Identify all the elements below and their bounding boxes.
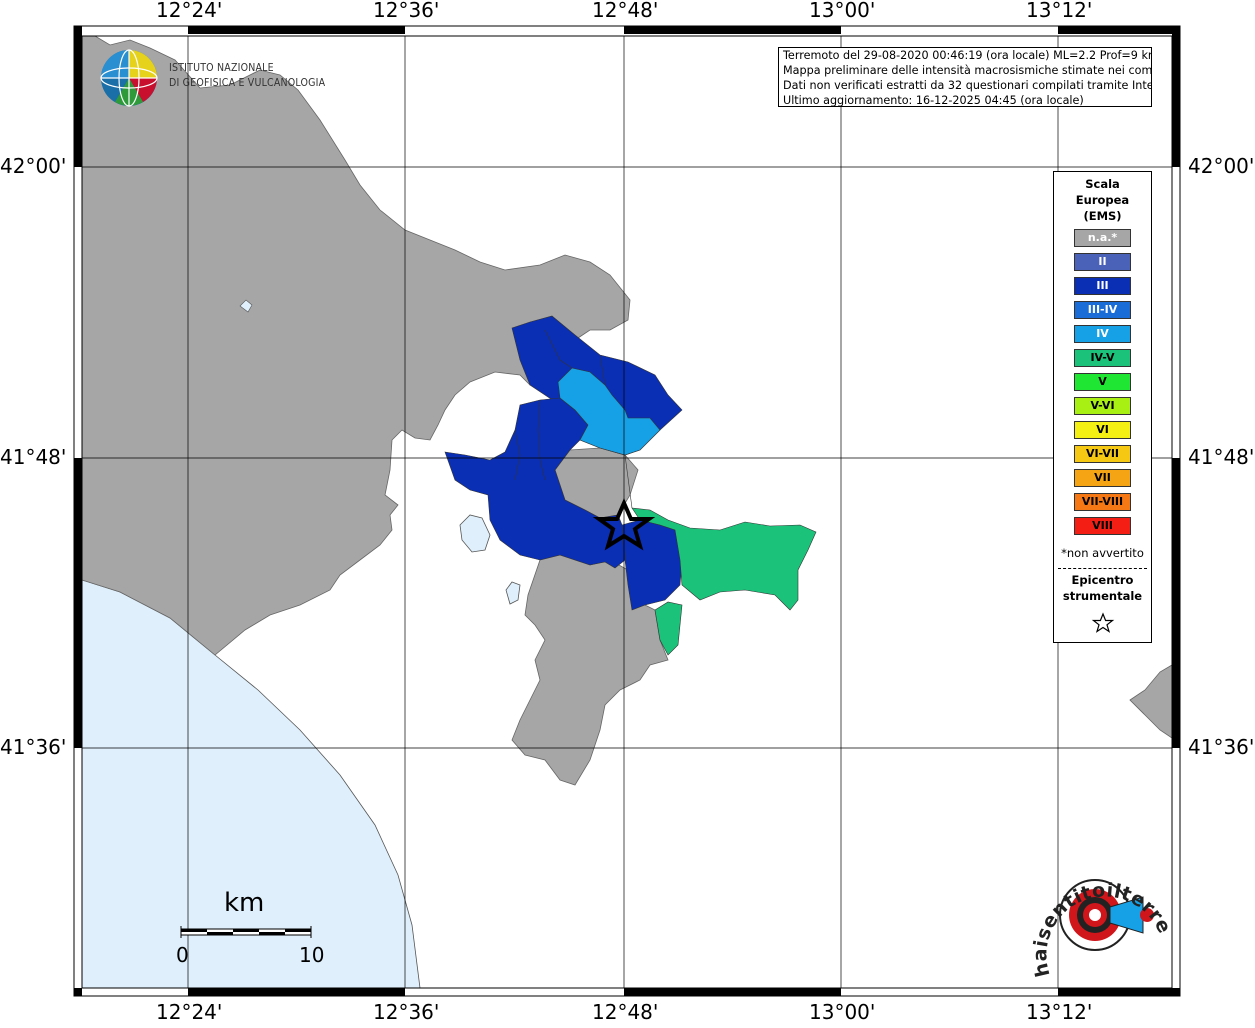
info-line-1: Terremoto del 29-08-2020 00:46:19 (ora l… <box>783 49 1152 62</box>
haisentito-badge-text[interactable]: haisentitoilterremoto.it <box>1020 840 1180 990</box>
lon-label-bottom-2: 12°36' <box>373 1000 440 1024</box>
lat-label-left-3: 41°36' <box>0 735 67 759</box>
legend-swatch-8: VI <box>1074 421 1131 439</box>
scale-start: 0 <box>176 943 189 967</box>
institute-name-line2: DI GEOFISICA E VULCANOLOGIA <box>169 77 326 89</box>
lat-label-left-2: 41°48' <box>0 445 67 469</box>
info-line-4: Ultimo aggiornamento: 16-12-2025 04:45 (… <box>783 94 1084 107</box>
legend-note: *non avvertito <box>1061 546 1144 560</box>
legend-swatch-2: III <box>1074 277 1131 295</box>
legend-swatch-0: n.a.* <box>1074 229 1131 247</box>
badge-text: haisentitoilterremoto.it <box>1020 840 1175 979</box>
ingv-globe-logo <box>100 49 158 107</box>
legend-swatch-10: VII <box>1074 469 1131 487</box>
legend-title-2: Europea <box>1075 193 1130 207</box>
legend-swatch-9: VI-VII <box>1074 445 1131 463</box>
legend-epicenter-1: Epicentro <box>1071 573 1134 587</box>
map-view[interactable]: 12°24' 12°36' 12°48' 13°00' 13°12' 12°24… <box>0 0 1255 1024</box>
lon-label-top-3: 12°48' <box>592 0 659 22</box>
lon-label-top-4: 13°00' <box>809 0 876 22</box>
event-info-box: Terremoto del 29-08-2020 00:46:19 (ora l… <box>778 47 1152 107</box>
star-icon <box>1091 612 1115 633</box>
lat-label-right-1: 42°00' <box>1188 154 1255 178</box>
lon-label-bottom-1: 12°24' <box>156 1000 223 1024</box>
lon-label-top-1: 12°24' <box>156 0 223 22</box>
lon-label-bottom-5: 13°12' <box>1026 1000 1093 1024</box>
lon-label-top-5: 13°12' <box>1026 0 1093 22</box>
scale-ruler <box>180 926 312 938</box>
lat-label-left-1: 42°00' <box>0 154 67 178</box>
legend-swatch-3: III-IV <box>1074 301 1131 319</box>
legend-swatch-5: IV-V <box>1074 349 1131 367</box>
svg-text:haisentitoilterremoto.it: haisentitoilterremoto.it <box>1020 840 1176 979</box>
legend-title-1: Scala <box>1085 177 1120 191</box>
info-line-2: Mappa preliminare delle intensità macros… <box>783 64 1152 77</box>
lon-label-bottom-3: 12°48' <box>592 1000 659 1024</box>
legend-swatch-1: II <box>1074 253 1131 271</box>
info-line-3: Dati non verificati estratti da 32 quest… <box>783 79 1152 92</box>
legend-swatch-6: V <box>1074 373 1131 391</box>
legend-swatch-12: VIII <box>1074 517 1131 535</box>
scale-bar: km 0 10 <box>176 888 346 968</box>
legend-divider <box>1058 568 1147 569</box>
lat-label-right-2: 41°48' <box>1188 445 1255 469</box>
scale-end: 10 <box>299 943 325 967</box>
scale-unit: km <box>224 888 265 918</box>
lon-label-top-2: 12°36' <box>373 0 440 22</box>
lon-label-bottom-4: 13°00' <box>809 1000 876 1024</box>
legend-swatch-4: IV <box>1074 325 1131 343</box>
legend-epicenter-2: strumentale <box>1062 589 1143 603</box>
lat-label-right-3: 41°36' <box>1188 735 1255 759</box>
institute-name-line1: ISTITUTO NAZIONALE <box>169 62 274 74</box>
legend-swatch-7: V-VI <box>1074 397 1131 415</box>
intensity-legend: Scala Europea (EMS) n.a.* II III III-IV IV IV… <box>1053 171 1152 643</box>
legend-title-3: (EMS) <box>1083 209 1122 223</box>
legend-swatch-11: VII-VIII <box>1074 493 1131 511</box>
